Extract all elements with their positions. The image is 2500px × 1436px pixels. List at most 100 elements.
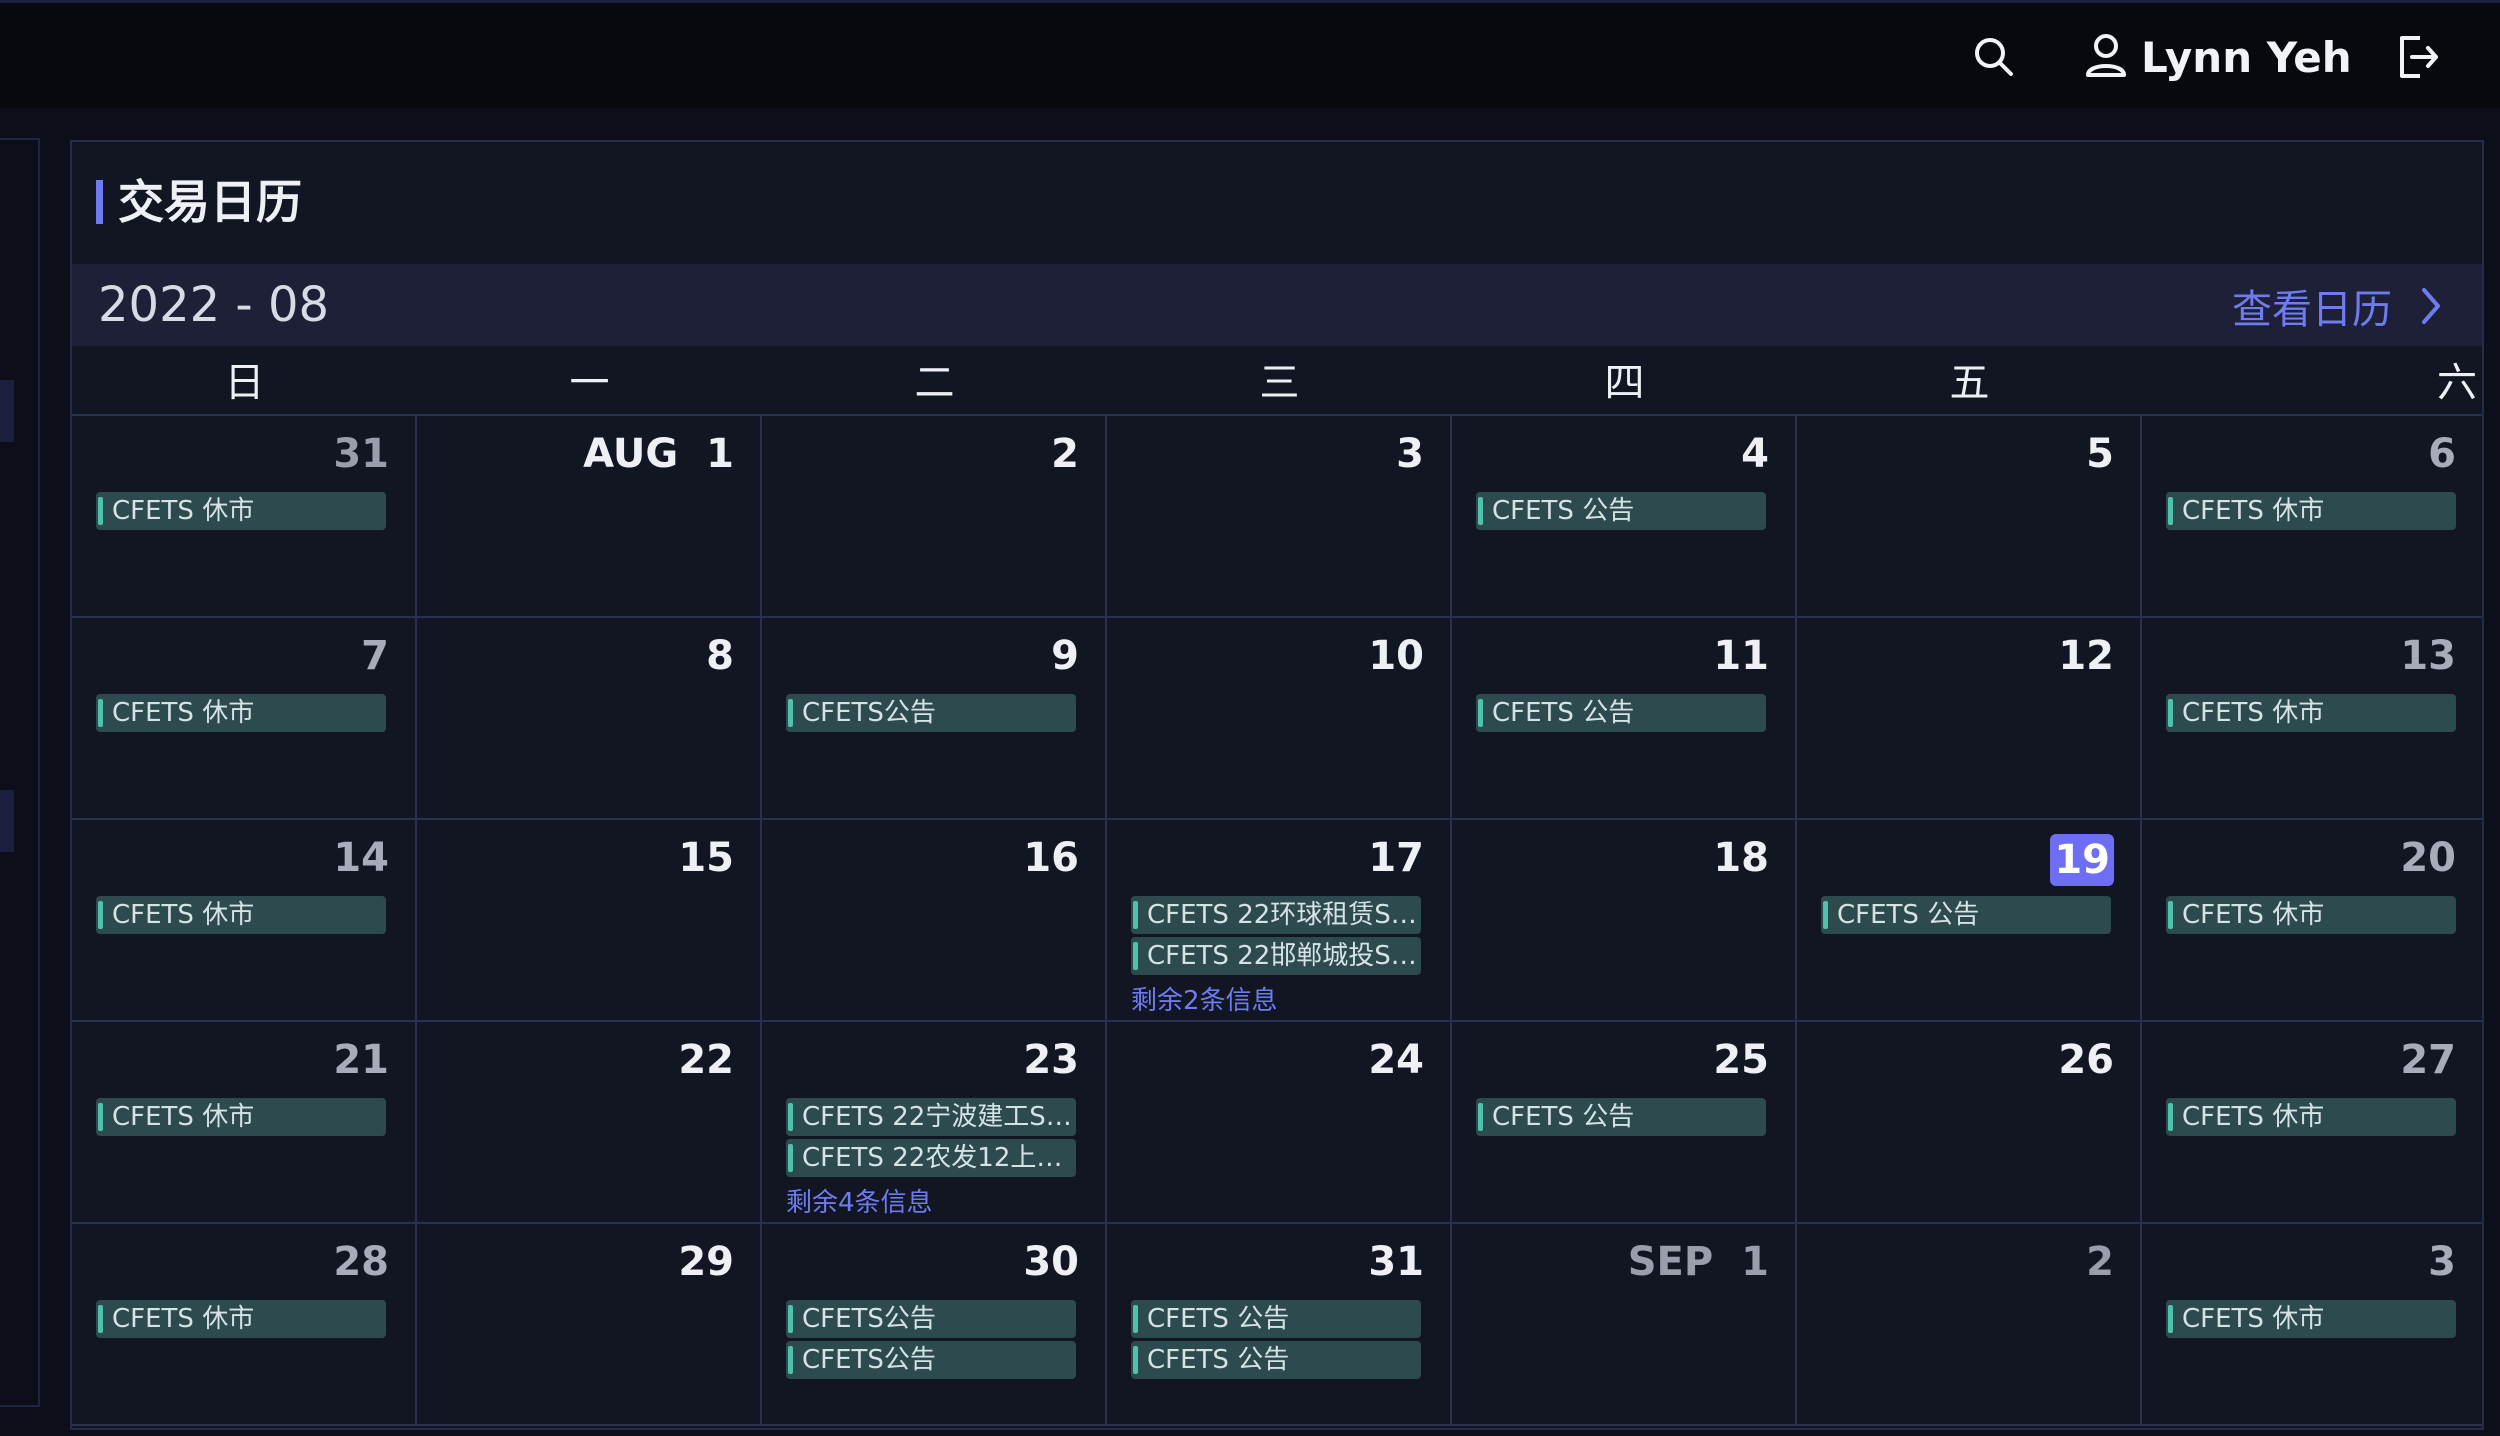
calendar-day-cell[interactable]: 2 [762,416,1107,618]
day-number-value: 11 [1713,633,1769,679]
day-number: 10 [1368,626,1424,686]
day-number: 21 [333,1030,389,1090]
calendar-day-cell[interactable]: 15 [417,820,762,1022]
calendar-day-cell[interactable]: 31 CFETS 休市 [72,416,417,618]
view-calendar-link[interactable]: 查看日历 [2232,276,2442,336]
day-number: 28 [333,1232,389,1292]
calendar-day-cell[interactable]: AUG 1 [417,416,762,618]
calendar-event-tag[interactable]: CFETS 休市 [96,896,386,934]
day-number-value: 6 [2428,431,2456,477]
calendar-event-tag[interactable]: CFETS 休市 [96,694,386,732]
day-number-value: 29 [678,1239,734,1285]
calendar-day-cell[interactable]: 22 [417,1022,762,1224]
calendar-event-tag[interactable]: CFETS 22宁波建工SC... [786,1098,1076,1136]
day-number: 2 [2086,1232,2114,1292]
more-events-link[interactable]: 剩余4条信息 [786,1182,933,1219]
day-number-value: 3 [1396,431,1424,477]
calendar-event-tag[interactable]: CFETS 休市 [2166,1098,2456,1136]
calendar-day-cell[interactable]: 6 CFETS 休市 [2142,416,2482,618]
view-calendar-label: 查看日历 [2232,287,2392,333]
day-number-value: 12 [2058,633,2114,679]
calendar-event-tag[interactable]: CFETS 22邯郸城投SC... [1131,937,1421,975]
calendar-event-tag[interactable]: CFETS 公告 [1131,1300,1421,1338]
weekday-label: 一 [569,360,610,406]
calendar-day-cell[interactable]: 3 [1107,416,1452,618]
calendar-day-cell[interactable]: 14 CFETS 休市 [72,820,417,1022]
calendar-event-tag[interactable]: CFETS 公告 [1821,896,2111,934]
calendar-day-cell[interactable]: 11 CFETS 公告 [1452,618,1797,820]
calendar-day-cell[interactable]: 12 [1797,618,2142,820]
day-number-value: 4 [1741,431,1769,477]
calendar-day-cell[interactable]: 18 [1452,820,1797,1022]
title-accent-bar [96,180,103,224]
calendar-day-cell[interactable]: 23 CFETS 22宁波建工SC... CFETS 22农发12上市... 剩余4条… [762,1022,1107,1224]
day-number: 4 [1741,424,1769,484]
calendar-event-tag[interactable]: CFETS公告 [786,1341,1076,1379]
calendar-event-tag[interactable]: CFETS 休市 [96,1300,386,1338]
calendar-event-tag[interactable]: CFETS 休市 [2166,1300,2456,1338]
calendar-event-tag[interactable]: CFETS 公告 [1476,492,1766,530]
day-number-value: 21 [333,1037,389,1083]
calendar-event-tag[interactable]: CFETS 公告 [1476,694,1766,732]
day-number-value: 23 [1023,1037,1079,1083]
day-number: 5 [2086,424,2114,484]
calendar-day-cell[interactable]: 10 [1107,618,1452,820]
calendar-day-cell[interactable]: 31 CFETS 公告 CFETS 公告 [1107,1224,1452,1426]
side-nav-item[interactable] [0,790,14,852]
month-prefix: AUG [583,431,679,477]
day-number-value: 14 [333,835,389,881]
calendar-event-tag[interactable]: CFETS 休市 [2166,896,2456,934]
calendar-event-tag[interactable]: CFETS 休市 [96,492,386,530]
day-number-value: 8 [706,633,734,679]
calendar-day-cell[interactable]: 29 [417,1224,762,1426]
weekday-label: 日 [224,360,265,406]
calendar-day-cell[interactable]: 24 [1107,1022,1452,1224]
search-icon[interactable] [1972,29,2016,85]
calendar-day-cell[interactable]: 30 CFETS公告 CFETS公告 [762,1224,1107,1426]
day-number: 26 [2058,1030,2114,1090]
side-nav [0,138,40,1407]
day-number-value: 17 [1368,835,1424,881]
calendar-day-cell[interactable]: 9 CFETS公告 [762,618,1107,820]
calendar-event-tag[interactable]: CFETS公告 [786,694,1076,732]
calendar-day-cell[interactable]: 16 [762,820,1107,1022]
calendar-day-cell[interactable]: 7 CFETS 休市 [72,618,417,820]
calendar-event-tag[interactable]: CFETS 休市 [2166,492,2456,530]
calendar-day-cell[interactable]: 4 CFETS 公告 [1452,416,1797,618]
calendar-day-cell[interactable]: 13 CFETS 休市 [2142,618,2482,820]
calendar-event-tag[interactable]: CFETS公告 [786,1300,1076,1338]
calendar-day-cell[interactable]: 20 CFETS 休市 [2142,820,2482,1022]
day-number-value: 15 [678,835,734,881]
day-number: 18 [1713,828,1769,888]
chevron-right-icon [2420,286,2442,326]
more-events-link[interactable]: 剩余2条信息 [1131,980,1278,1017]
calendar-event-tag[interactable]: CFETS 公告 [1476,1098,1766,1136]
logout-icon[interactable] [2396,29,2440,85]
calendar-day-cell[interactable]: 3 CFETS 休市 [2142,1224,2482,1426]
calendar-event-tag[interactable]: CFETS 22农发12上市... [786,1139,1076,1177]
calendar-day-cell[interactable]: 25 CFETS 公告 [1452,1022,1797,1224]
calendar-day-cell[interactable]: 28 CFETS 休市 [72,1224,417,1426]
calendar-day-cell[interactable]: 19 CFETS 公告 [1797,820,2142,1022]
user-menu[interactable]: Lynn Yeh [2085,29,2352,85]
day-number-value: 2 [1051,431,1079,477]
day-number: 6 [2428,424,2456,484]
calendar-day-cell[interactable]: 17 CFETS 22环球租赁SC... CFETS 22邯郸城投SC... 剩余2条… [1107,820,1452,1022]
calendar-event-tag[interactable]: CFETS 休市 [2166,694,2456,732]
calendar-day-cell[interactable]: 26 [1797,1022,2142,1224]
calendar-event-tag[interactable]: CFETS 休市 [96,1098,386,1136]
user-icon [2085,33,2127,81]
calendar-event-tag[interactable]: CFETS 公告 [1131,1341,1421,1379]
day-number: 15 [678,828,734,888]
calendar-day-cell[interactable]: 5 [1797,416,2142,618]
calendar-day-cell[interactable]: 2 [1797,1224,2142,1426]
calendar-day-cell[interactable]: 8 [417,618,762,820]
day-number: 29 [678,1232,734,1292]
calendar-day-cell[interactable]: 27 CFETS 休市 [2142,1022,2482,1224]
day-number: 3 [2428,1232,2456,1292]
calendar-day-cell[interactable]: 21 CFETS 休市 [72,1022,417,1224]
side-nav-item[interactable] [0,380,14,442]
calendar-event-tag[interactable]: CFETS 22环球租赁SC... [1131,896,1421,934]
day-number: 12 [2058,626,2114,686]
calendar-day-cell[interactable]: SEP 1 [1452,1224,1797,1426]
